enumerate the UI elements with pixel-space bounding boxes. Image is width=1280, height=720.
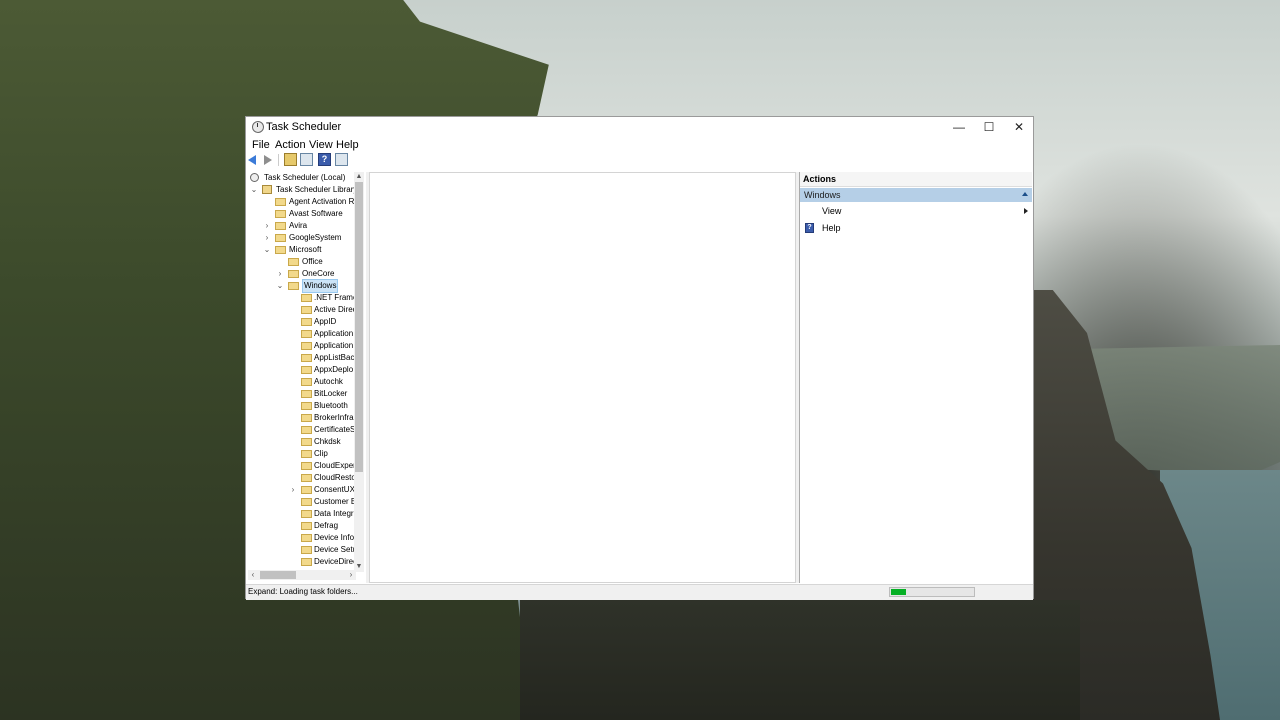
folder-icon	[301, 426, 312, 434]
help-icon: ?	[805, 223, 814, 233]
menu-help[interactable]: Help	[336, 139, 359, 151]
show-hide-action-pane-icon[interactable]	[335, 153, 348, 166]
task-scheduler-clock-icon	[252, 121, 264, 133]
folder-icon	[301, 402, 312, 410]
menu-bar: File Action View Help	[246, 138, 1033, 152]
folder-icon	[288, 282, 299, 290]
folder-icon	[301, 546, 312, 554]
folder-icon	[301, 306, 312, 314]
action-view-label: View	[822, 206, 842, 216]
folder-icon	[301, 294, 312, 302]
scroll-left-arrow-icon[interactable]: ‹	[248, 570, 258, 580]
clock-icon	[250, 173, 259, 182]
chevron-down-icon[interactable]: ⌄	[250, 184, 258, 196]
folder-icon	[301, 486, 312, 494]
library-folder-icon	[262, 185, 272, 194]
background-rocks	[520, 600, 1080, 720]
folder-icon	[301, 534, 312, 542]
forward-icon[interactable]	[264, 155, 272, 165]
folder-icon	[301, 414, 312, 422]
folder-icon	[301, 342, 312, 350]
folder-icon	[301, 438, 312, 446]
scroll-up-arrow-icon[interactable]: ▲	[354, 172, 364, 182]
folder-icon	[301, 378, 312, 386]
folder-icon	[301, 462, 312, 470]
folder-icon	[288, 258, 299, 266]
menu-view[interactable]: View	[309, 139, 333, 151]
actions-header: Actions	[800, 172, 1032, 187]
actions-section-label: Windows	[804, 190, 841, 200]
tree-horizontal-scrollbar[interactable]: ‹ ›	[248, 570, 356, 580]
scrollbar-thumb[interactable]	[260, 571, 296, 579]
chevron-right-icon[interactable]: ›	[263, 232, 271, 244]
folder-icon	[301, 390, 312, 398]
scroll-right-arrow-icon[interactable]: ›	[346, 570, 356, 580]
progress-fill	[891, 589, 906, 595]
folder-icon	[301, 366, 312, 374]
folder-icon	[301, 354, 312, 362]
action-help[interactable]: ? Help	[800, 221, 1032, 235]
folder-icon	[288, 270, 299, 278]
up-folder-icon[interactable]	[284, 153, 297, 166]
minimize-button[interactable]: —	[944, 117, 974, 137]
close-button[interactable]: ✕	[1004, 117, 1034, 137]
task-scheduler-window: Task Scheduler — ☐ ✕ File Action View He…	[245, 116, 1034, 600]
back-icon[interactable]	[248, 155, 256, 165]
actions-pane: Actions Windows View ? Help	[799, 172, 1032, 583]
actions-section-windows[interactable]: Windows	[800, 188, 1032, 202]
scrollbar-thumb[interactable]	[355, 182, 363, 472]
folder-icon	[301, 498, 312, 506]
collapse-caret-icon[interactable]	[1022, 192, 1028, 196]
folder-icon	[275, 222, 286, 230]
chevron-right-icon[interactable]: ›	[263, 220, 271, 232]
folder-icon	[275, 198, 286, 206]
menu-action[interactable]: Action	[275, 139, 306, 151]
help-icon[interactable]: ?	[318, 153, 331, 166]
status-bar: Expand: Loading task folders...	[246, 584, 1033, 600]
submenu-arrow-icon	[1024, 208, 1028, 214]
folder-icon	[301, 318, 312, 326]
menu-file[interactable]: File	[252, 139, 270, 151]
chevron-right-icon[interactable]: ›	[276, 268, 284, 280]
folder-icon	[275, 246, 286, 254]
folder-icon	[275, 234, 286, 242]
title-bar[interactable]: Task Scheduler — ☐ ✕	[246, 117, 1033, 137]
toolbar: ?	[246, 153, 1033, 167]
action-view[interactable]: View	[800, 204, 1032, 218]
console-tree: Task Scheduler (Local) ⌄ Task Scheduler …	[248, 172, 365, 584]
toolbar-separator	[278, 154, 279, 166]
chevron-right-icon[interactable]: ›	[289, 484, 297, 496]
results-pane	[369, 172, 796, 583]
folder-icon	[301, 510, 312, 518]
folder-icon	[301, 522, 312, 530]
window-title: Task Scheduler	[266, 121, 342, 133]
chevron-down-icon[interactable]: ⌄	[276, 280, 284, 292]
tree-vertical-scrollbar[interactable]: ▲ ▼	[354, 172, 364, 572]
folder-icon	[301, 558, 312, 566]
chevron-down-icon[interactable]: ⌄	[263, 244, 271, 256]
folder-icon	[301, 474, 312, 482]
action-help-label: Help	[822, 223, 841, 233]
progress-bar	[889, 587, 975, 597]
status-text: Expand: Loading task folders...	[248, 587, 358, 596]
folder-icon	[301, 450, 312, 458]
maximize-button[interactable]: ☐	[974, 117, 1004, 137]
folder-icon	[275, 210, 286, 218]
folder-icon	[301, 330, 312, 338]
show-hide-console-tree-icon[interactable]	[300, 153, 313, 166]
